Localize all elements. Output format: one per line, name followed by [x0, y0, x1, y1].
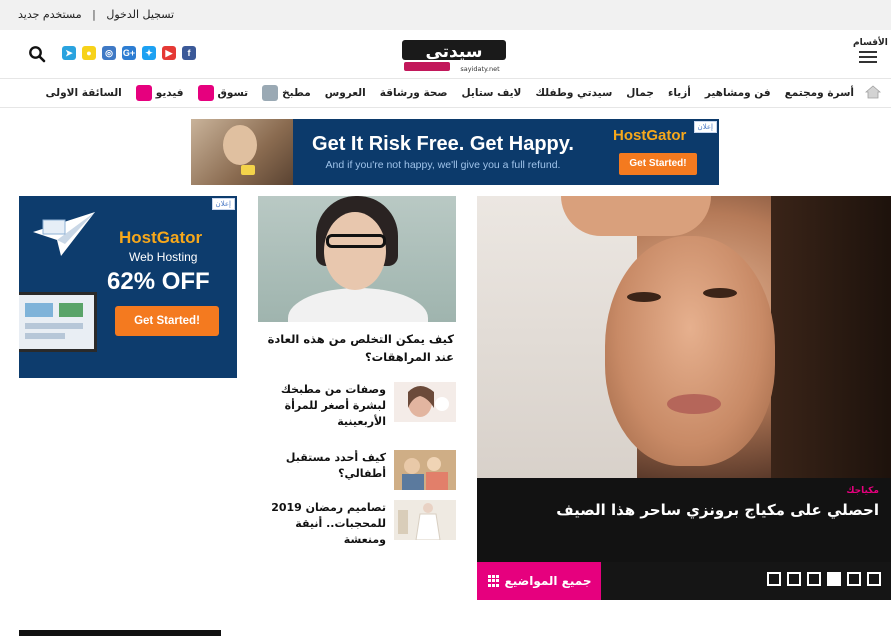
- laptop-image: [19, 292, 97, 352]
- login-link[interactable]: تسجيل الدخول: [106, 8, 174, 21]
- nav-item[interactable]: فيديو: [129, 85, 191, 101]
- ad-person-image: [191, 119, 293, 185]
- ad-tag[interactable]: إعلان: [693, 121, 717, 133]
- nav-item-label: صحة ورشاقة: [379, 87, 448, 99]
- sections-menu-label: الأقسام: [853, 38, 888, 48]
- list-item[interactable]: تصاميم رمضان 2019 للمحجبات.. أنيقة ومنعش…: [262, 500, 456, 546]
- article-thumbnail: [394, 382, 456, 422]
- nav-item-label: فيديو: [155, 87, 184, 99]
- side-banner-ad[interactable]: HostGator Web Hosting 62% OFF Get Starte…: [19, 196, 237, 378]
- hero-caption[interactable]: احصلي على مكياج برونزي ساحر هذا الصيف: [556, 501, 879, 519]
- auth-links: تسجيل الدخول | مستخدم جديد: [18, 8, 174, 21]
- nav-item[interactable]: لايف ستايل: [455, 87, 529, 99]
- site-header: ➤ ● ◎ G+ ✦ ▶ f سيدتي sayidaty.net الأقسام: [0, 30, 891, 78]
- slider-dot[interactable]: [867, 572, 881, 586]
- twitter-icon[interactable]: ✦: [142, 46, 156, 60]
- nav-item[interactable]: فن ومشاهير: [698, 87, 778, 99]
- hero-image[interactable]: [477, 196, 891, 478]
- side-ad-cta-button[interactable]: Get Started!: [115, 306, 219, 336]
- hero-category[interactable]: مكياجك: [846, 486, 879, 496]
- list-item[interactable]: كيف أحدد مستقبل أطفالي؟: [262, 450, 456, 494]
- article-title[interactable]: وصفات من مطبخك لبشرة أصغر للمرأة الأربعي…: [262, 382, 386, 430]
- slider-dot[interactable]: [767, 572, 781, 586]
- snapchat-icon[interactable]: ●: [82, 46, 96, 60]
- nav-item-label: لايف ستايل: [461, 87, 522, 99]
- nav-item[interactable]: سيدتي وطفلك: [528, 87, 619, 99]
- sections-menu-button[interactable]: الأقسام: [853, 38, 888, 72]
- top-banner-ad[interactable]: Get It Risk Free. Get Happy. And if you'…: [191, 119, 719, 185]
- logo-subtext: sayidaty.net: [460, 65, 500, 73]
- nav-item[interactable]: تسوق: [191, 85, 256, 101]
- article-thumbnail: [394, 450, 456, 490]
- nav-item-label: السائقة الاولى: [45, 87, 122, 99]
- site-logo[interactable]: سيدتي sayidaty.net: [398, 36, 512, 76]
- nav-home[interactable]: [861, 84, 885, 102]
- slider-dot[interactable]: [827, 572, 841, 586]
- nav-item[interactable]: السائقة الاولى: [39, 87, 129, 99]
- instagram-icon[interactable]: ◎: [102, 46, 116, 60]
- facebook-icon[interactable]: f: [182, 46, 196, 60]
- nav-item-label: جمال: [626, 87, 654, 99]
- nav-item-label: مطبخ: [282, 87, 311, 99]
- hero-caption-box: [477, 478, 891, 562]
- list-item[interactable]: وصفات من مطبخك لبشرة أصغر للمرأة الأربعي…: [262, 382, 456, 428]
- hamburger-icon: [859, 51, 877, 63]
- nav-item[interactable]: جمال: [619, 87, 661, 99]
- nav-item-label: أزياء: [667, 87, 691, 99]
- nav-list: أسرة ومجتمع فن ومشاهير أزياء جمال سيدتي وطفل…: [0, 79, 891, 107]
- side-ad-service: Web Hosting: [129, 250, 198, 264]
- social-links: ➤ ● ◎ G+ ✦ ▶ f: [62, 46, 196, 60]
- side-ad-brand: HostGator: [119, 228, 203, 247]
- hero-slider: مكياجك احصلي على مكياج برونزي ساحر هذا ا…: [477, 196, 891, 600]
- feature-article-title[interactable]: كيف يمكن التخلص من هذه العادة عند المراه…: [262, 330, 454, 366]
- all-topics-button[interactable]: جميع المواضيع: [477, 562, 601, 600]
- nav-item[interactable]: أزياء: [661, 87, 698, 99]
- top-bar: تسجيل الدخول | مستخدم جديد: [0, 0, 891, 30]
- nav-item-label: تسوق: [217, 87, 249, 99]
- telegram-icon[interactable]: ➤: [62, 46, 76, 60]
- logo-text: سيدتي: [425, 42, 482, 62]
- nav-item-label: فن ومشاهير: [704, 87, 771, 99]
- tv-icon: [135, 85, 152, 101]
- grid-icon: [487, 575, 499, 587]
- ad-cta-button[interactable]: Get Started!: [619, 153, 697, 175]
- slider-dot[interactable]: [787, 572, 801, 586]
- search-icon[interactable]: [28, 45, 46, 63]
- nav-item[interactable]: صحة ورشاقة: [373, 87, 455, 99]
- nav-item[interactable]: أسرة ومجتمع: [778, 87, 861, 99]
- nav-item[interactable]: العروس: [318, 87, 373, 99]
- bottom-section-bar: [19, 630, 221, 636]
- side-ad-offer: 62% OFF: [107, 268, 210, 295]
- article-title[interactable]: تصاميم رمضان 2019 للمحجبات.. أنيقة ومنعش…: [262, 500, 386, 548]
- main-nav: أسرة ومجتمع فن ومشاهير أزياء جمال سيدتي وطفل…: [0, 78, 891, 108]
- ad-brand: HostGator: [613, 127, 687, 144]
- paper-plane-icon: [33, 212, 95, 256]
- ad-headline: Get It Risk Free. Get Happy.: [312, 133, 574, 155]
- register-link[interactable]: مستخدم جديد: [18, 8, 82, 21]
- all-topics-label: جميع المواضيع: [504, 574, 592, 588]
- nav-item-label: أسرة ومجتمع: [784, 87, 854, 99]
- nav-item-label: العروس: [324, 87, 366, 99]
- feature-article-image[interactable]: [258, 196, 456, 322]
- youtube-icon[interactable]: ▶: [162, 46, 176, 60]
- ad-subtext: And if you're not happy, we'll give you …: [325, 159, 561, 171]
- slider-dot[interactable]: [807, 572, 821, 586]
- side-ad-tag[interactable]: إعلان: [211, 198, 235, 210]
- nav-item-label: سيدتي وطفلك: [535, 87, 613, 99]
- nav-item[interactable]: مطبخ: [255, 85, 318, 101]
- slider-dot[interactable]: [847, 572, 861, 586]
- google-plus-icon[interactable]: G+: [122, 46, 136, 60]
- shop-icon: [197, 85, 214, 101]
- article-title[interactable]: كيف أحدد مستقبل أطفالي؟: [262, 450, 386, 482]
- auth-separator: |: [92, 8, 96, 21]
- slider-dots: [767, 572, 881, 586]
- home-icon: [864, 84, 882, 102]
- article-thumbnail: [394, 500, 456, 540]
- kitchen-icon: [262, 85, 279, 101]
